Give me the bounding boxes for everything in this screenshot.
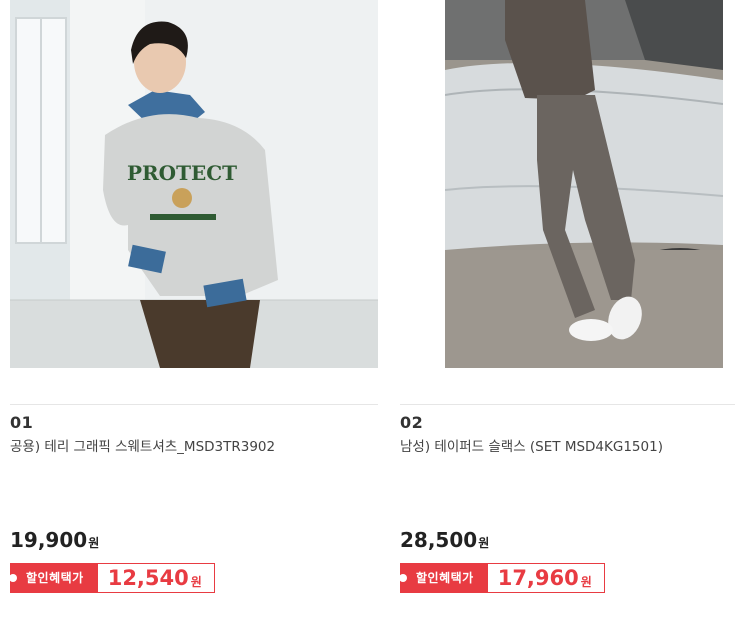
product-name[interactable]: 남성) 테이퍼드 슬랙스 (SET MSD4KG1501) [400,435,663,455]
discount-price-value: 17,960 [497,566,579,590]
discount-price-box: 12,540 원 [97,563,215,593]
product-card-1[interactable]: PROTECT 01 공용) 테리 그래픽 스웨트셔츠_MSD3TR3902 1… [9,0,378,618]
product-rank: 01 [10,413,34,432]
price-value: 28,500 [400,528,478,552]
product-name[interactable]: 공용) 테리 그래픽 스웨트셔츠_MSD3TR3902 [10,435,275,455]
sweatshirt-photo: PROTECT [10,0,378,368]
sweatshirt-print-text: PROTECT [127,161,237,185]
price-unit: 원 [88,536,100,550]
discount-price-badge: 할인혜택가 17,960 원 [399,563,605,593]
discount-price-value: 12,540 [107,566,189,590]
discount-label: 할인혜택가 [399,563,488,593]
product-card-2[interactable]: 02 남성) 테이퍼드 슬랙스 (SET MSD4KG1501) 28,500원… [399,0,735,618]
price-value: 19,900 [10,528,88,552]
slacks-photo [445,0,723,368]
product-image-sweatshirt[interactable]: PROTECT [10,0,378,368]
price-unit: 원 [478,536,490,550]
product-rank: 02 [400,413,424,432]
product-image-slacks[interactable] [445,0,723,368]
discount-price-badge: 할인혜택가 12,540 원 [9,563,215,593]
discount-price-box: 17,960 원 [487,563,605,593]
product-price: 28,500원 [400,528,489,552]
card-divider [400,404,735,405]
product-price: 19,900원 [10,528,99,552]
discount-price-unit: 원 [190,574,202,589]
discount-price-unit: 원 [580,574,592,589]
card-divider [10,404,378,405]
discount-label: 할인혜택가 [9,563,98,593]
